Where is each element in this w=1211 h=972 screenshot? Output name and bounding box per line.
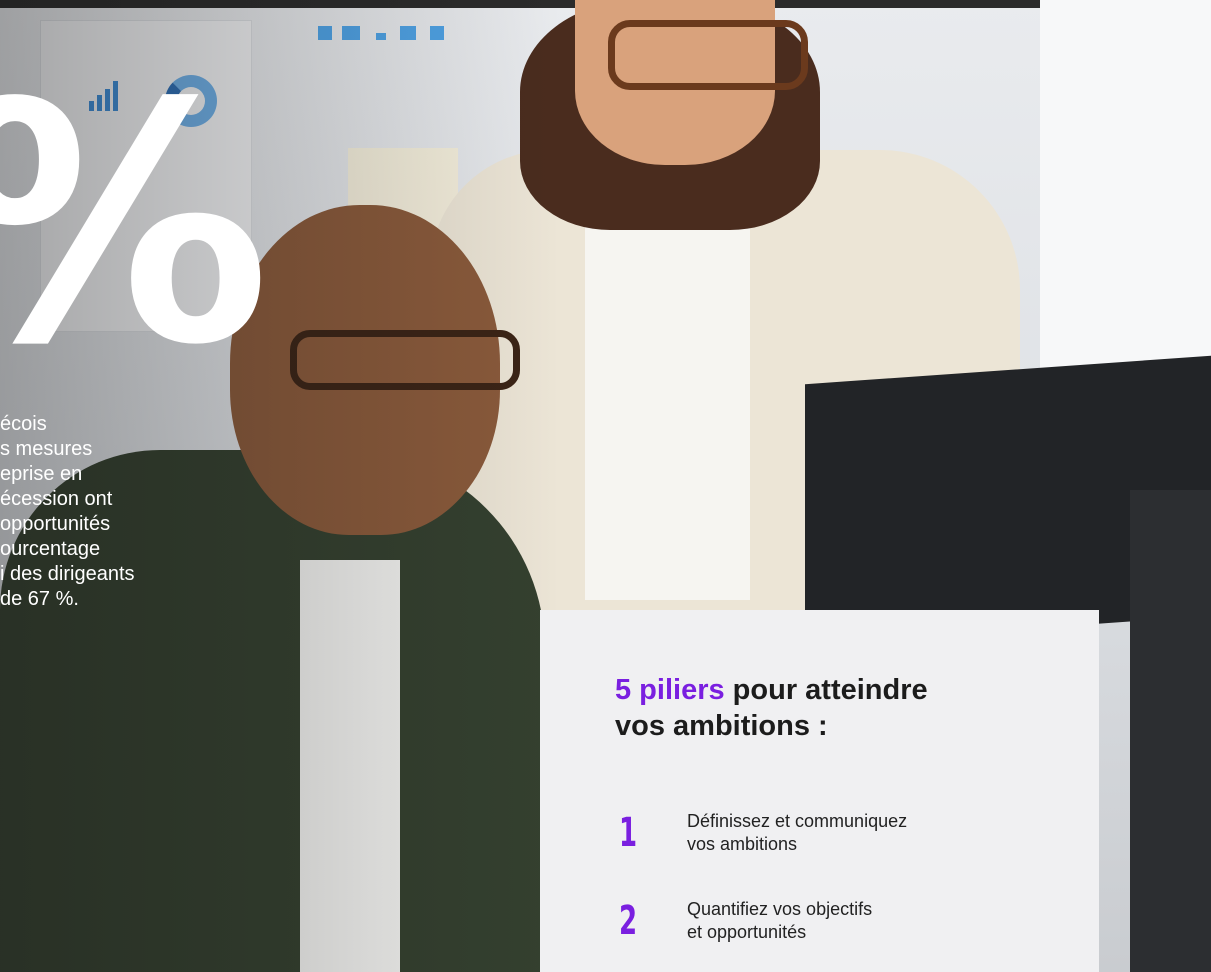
- big-percent-symbol: %: [0, 60, 271, 390]
- stat-line: écois: [0, 413, 47, 435]
- pillar-line: vos ambitions: [687, 834, 798, 854]
- title-highlight: 5 piliers: [615, 674, 725, 706]
- stat-line: opportunités: [0, 513, 111, 535]
- pillar-number: 1: [619, 810, 638, 856]
- window-light: [1040, 0, 1211, 380]
- stat-line: s mesures: [0, 438, 93, 460]
- pillar-item-1: 1 Définissez et communiquez vos ambition…: [615, 806, 1085, 866]
- pillar-text: Quantifiez vos objectifs et opportunités: [687, 898, 872, 944]
- card-title: 5 piliers pour atteindre vos ambitions :: [615, 672, 928, 744]
- stat-line: de 67 %.: [0, 588, 79, 610]
- title-rest: pour atteindre: [724, 674, 928, 706]
- woman-glasses: [608, 20, 808, 90]
- stat-line: ourcentage: [0, 538, 101, 560]
- second-monitor: [1130, 490, 1211, 972]
- pillar-number: 2: [619, 898, 638, 944]
- pillar-item-2: 2 Quantifiez vos objectifs et opportunit…: [615, 894, 1085, 954]
- pillar-line: et opportunités: [687, 922, 807, 942]
- stat-line: écession ont: [0, 488, 113, 510]
- stat-line: i des dirigeants: [0, 563, 135, 585]
- pillar-line: Quantifiez vos objectifs: [687, 899, 873, 919]
- pillars-card: 5 piliers pour atteindre vos ambitions :…: [540, 610, 1099, 972]
- stat-line: eprise en: [0, 463, 83, 485]
- pillar-line: Définissez et communiquez: [687, 811, 908, 831]
- pillar-text: Définissez et communiquez vos ambitions: [687, 810, 907, 856]
- stat-description: écois s mesures eprise en écession ont o…: [0, 412, 260, 612]
- title-line-2: vos ambitions :: [615, 710, 828, 742]
